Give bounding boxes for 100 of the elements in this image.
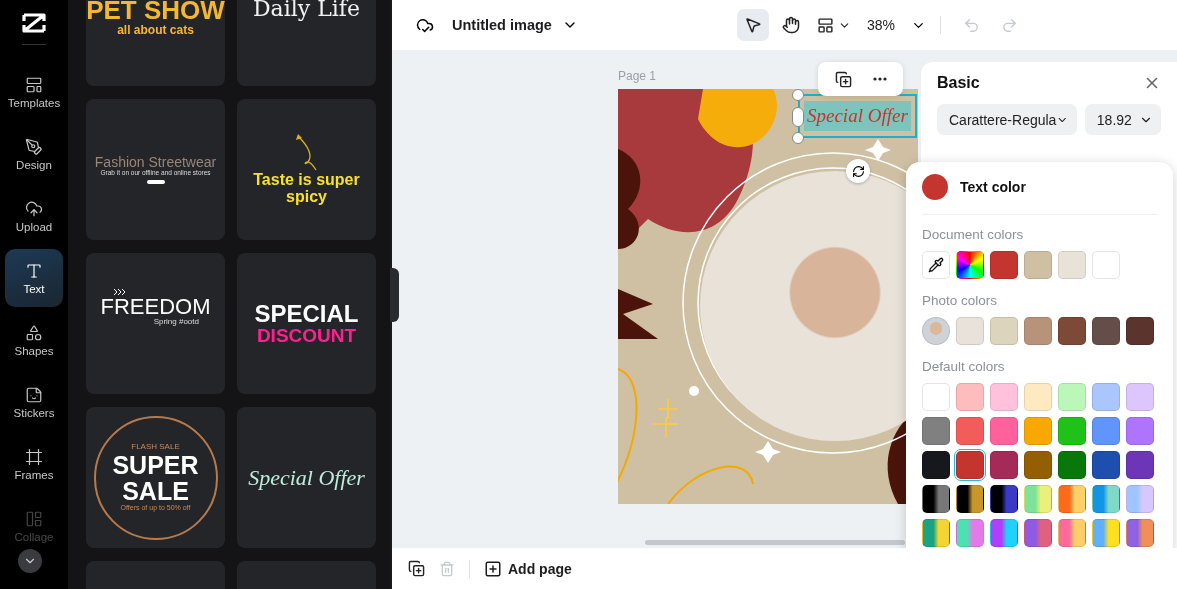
gradient-swatch[interactable] (1058, 519, 1086, 547)
rotate-handle[interactable] (846, 159, 870, 183)
color-swatch[interactable] (956, 417, 984, 445)
button-shape-icon (146, 179, 165, 184)
gradient-swatch[interactable] (1126, 519, 1154, 547)
template-title: Daily Life (252, 0, 361, 21)
nav-icon (25, 447, 43, 466)
font-select[interactable]: Carattere-Regula (937, 104, 1077, 135)
color-swatch[interactable] (1058, 317, 1086, 345)
gradient-swatch[interactable] (1024, 485, 1052, 513)
section-title: Default colors (922, 359, 1006, 374)
color-swatch[interactable] (1092, 251, 1120, 279)
gradient-swatch[interactable] (1058, 485, 1086, 513)
color-swatch[interactable] (1126, 451, 1154, 479)
color-spectrum-swatch[interactable] (956, 251, 984, 279)
gradient-swatch[interactable] (956, 519, 984, 547)
color-swatch[interactable] (1092, 451, 1120, 479)
duplicate-icon (408, 560, 425, 577)
color-swatch[interactable] (1126, 383, 1154, 411)
font-size-select[interactable]: 18.92 (1084, 104, 1161, 135)
document-title[interactable]: Untitled image (452, 17, 552, 33)
pointer-icon (744, 16, 762, 34)
logo-icon[interactable] (21, 12, 47, 34)
gradient-swatch[interactable] (1126, 485, 1154, 513)
template-card[interactable]: Taste is super spicy (237, 99, 376, 240)
zoom-level[interactable]: 38% (867, 17, 896, 33)
template-label: FLASH SALE (131, 443, 180, 452)
scrollbar[interactable] (645, 540, 905, 545)
color-swatch[interactable] (922, 451, 950, 479)
color-swatch[interactable] (1058, 417, 1086, 445)
color-swatch[interactable] (1024, 383, 1052, 411)
section-title: Document colors (922, 227, 1025, 242)
nav-item[interactable]: Stickers (5, 373, 63, 431)
gradient-swatch[interactable] (1024, 519, 1052, 547)
template-title: SALE (122, 478, 189, 505)
nav-item[interactable]: Frames (5, 435, 63, 493)
color-swatch[interactable] (922, 417, 950, 445)
color-swatch[interactable] (956, 451, 984, 479)
color-swatch[interactable] (1092, 317, 1120, 345)
nav-item[interactable]: Shapes (5, 311, 63, 369)
color-swatch[interactable] (1092, 417, 1120, 445)
color-swatch[interactable] (1092, 383, 1120, 411)
gradient-swatch[interactable] (1092, 485, 1120, 513)
nav-item[interactable]: Upload (5, 187, 63, 245)
template-subtitle: Spring #ootd (153, 318, 199, 327)
resize-handle[interactable] (792, 132, 804, 144)
color-swatch[interactable] (1024, 417, 1052, 445)
more-icon (872, 77, 887, 81)
panel-collapse-handle[interactable] (390, 268, 399, 322)
duplicate-button[interactable] (834, 70, 852, 88)
template-card[interactable]: PET SHOW all about cats (86, 0, 225, 86)
template-card[interactable]: FREEDOM Spring #ootd (86, 253, 225, 394)
nav-icon (25, 199, 43, 218)
nav-item[interactable]: Design (5, 125, 63, 183)
color-swatch[interactable] (1058, 451, 1086, 479)
template-card[interactable]: SPECIAL DISCOUNT (237, 253, 376, 394)
gradient-swatch[interactable] (956, 485, 984, 513)
select-tool-button[interactable] (737, 9, 769, 41)
color-swatch[interactable] (1058, 251, 1086, 279)
squiggle-arrow-icon (295, 133, 318, 172)
template-title: SUPER (112, 451, 199, 478)
popover-title: Text color (960, 179, 1026, 195)
scroll-down-button[interactable] (18, 549, 42, 573)
gradient-swatch[interactable] (990, 485, 1018, 513)
color-swatch[interactable] (1126, 417, 1154, 445)
template-card[interactable]: Daily Life (237, 0, 376, 86)
color-swatch[interactable] (990, 417, 1018, 445)
color-swatch[interactable] (990, 451, 1018, 479)
color-swatch[interactable] (1058, 383, 1086, 411)
resize-handle[interactable] (792, 107, 804, 127)
nav-item[interactable]: Text (5, 249, 63, 307)
color-swatch[interactable] (956, 317, 984, 345)
nav-icon (25, 509, 43, 528)
template-card[interactable]: Special Offer (237, 407, 376, 548)
color-swatch[interactable] (990, 251, 1018, 279)
color-swatch[interactable] (1126, 317, 1154, 345)
gradient-swatch[interactable] (922, 485, 950, 513)
color-swatch[interactable] (1024, 317, 1052, 345)
template-title: Fashion Streetwear (94, 155, 217, 170)
duplicate-page-button[interactable] (408, 560, 425, 577)
color-swatch[interactable] (956, 383, 984, 411)
color-swatch[interactable] (990, 383, 1018, 411)
resize-handle[interactable] (792, 89, 804, 101)
eyedropper-button[interactable] (922, 251, 950, 279)
nav-icon (25, 261, 43, 280)
color-swatch[interactable] (1024, 251, 1052, 279)
more-button[interactable] (872, 77, 887, 81)
gradient-swatch[interactable] (922, 519, 950, 547)
photo-swatch[interactable] (922, 317, 950, 345)
gradient-swatch[interactable] (990, 519, 1018, 547)
add-page-button[interactable]: Add page (484, 559, 572, 578)
gradient-swatch[interactable] (1092, 519, 1120, 547)
color-swatch[interactable] (990, 317, 1018, 345)
color-swatch[interactable] (1024, 451, 1052, 479)
hand-icon (782, 16, 800, 34)
nav-icon (25, 323, 43, 342)
color-swatch[interactable] (922, 383, 950, 411)
nav-icon (25, 385, 43, 404)
nav-item[interactable]: Templates (5, 63, 63, 121)
template-subtitle: all about cats (117, 24, 194, 37)
